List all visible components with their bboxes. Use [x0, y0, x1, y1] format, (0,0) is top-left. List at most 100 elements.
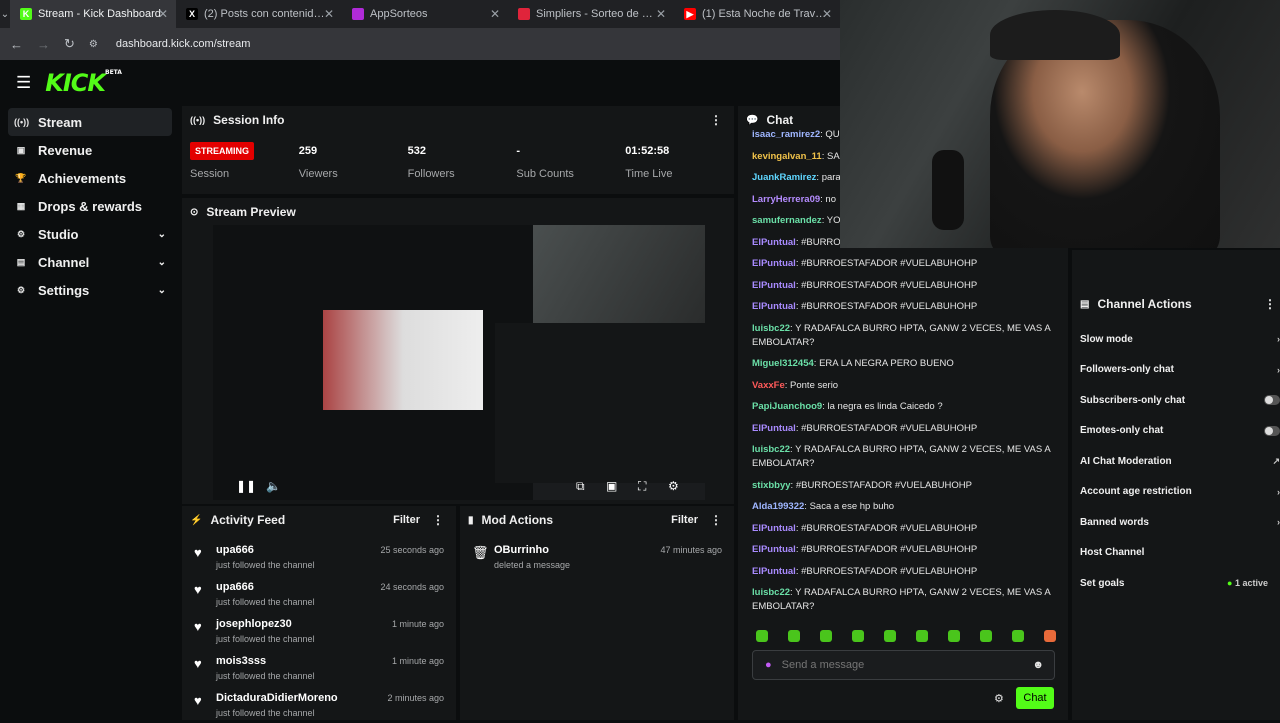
- stat-value: -: [516, 140, 625, 162]
- close-icon[interactable]: ✕: [490, 7, 500, 21]
- chat-username[interactable]: ElPuntual: [752, 237, 796, 248]
- browser-tab[interactable]: X (2) Posts con contenido multim✕: [176, 0, 342, 28]
- more-icon[interactable]: ⋮: [432, 513, 444, 527]
- mod-filter-button[interactable]: Filter: [671, 514, 698, 526]
- wallet-icon: ▣: [16, 144, 26, 155]
- chat-username[interactable]: ElPuntual: [752, 280, 796, 291]
- activity-filter-button[interactable]: Filter: [393, 514, 420, 526]
- chat-username[interactable]: luisbc22: [752, 587, 790, 598]
- toggle-switch[interactable]: [1264, 395, 1280, 406]
- browser-tab[interactable]: AppSorteos ✕: [342, 0, 508, 28]
- chat-username[interactable]: PapiJuanchoo9: [752, 401, 822, 412]
- emote-icon[interactable]: [884, 630, 896, 642]
- url-field[interactable]: dashboard.kick.com/stream: [116, 38, 251, 50]
- chat-message: stixbbyy: #BURROESTAFADOR #VUELABUHOHP: [752, 479, 1060, 493]
- chat-username[interactable]: ElPuntual: [752, 566, 796, 577]
- close-icon[interactable]: ✕: [822, 7, 832, 21]
- emoji-icon[interactable]: ☻: [1032, 659, 1044, 671]
- back-icon[interactable]: ←: [10, 37, 23, 52]
- sidebar-item-stream[interactable]: ((•)) Stream: [8, 108, 172, 136]
- sidebar-item-drops[interactable]: ▦ Drops & rewards: [8, 192, 172, 220]
- mic-icon[interactable]: ●: [765, 659, 772, 671]
- chat-send-button[interactable]: Chat: [1016, 687, 1054, 709]
- fullscreen-icon[interactable]: ⛶: [638, 479, 646, 494]
- chat-username[interactable]: JuankRamirez: [752, 172, 816, 183]
- channel-action-subscribers-only-chat[interactable]: Subscribers-only chat: [1072, 385, 1280, 416]
- chat-username[interactable]: ElPuntual: [752, 258, 796, 269]
- sidebar-item-revenue[interactable]: ▣ Revenue: [8, 136, 172, 164]
- browser-tab[interactable]: ▶ (1) Esta Noche de Travesuras (✕: [674, 0, 840, 28]
- chat-username[interactable]: Alda199322: [752, 501, 804, 512]
- channel-action-emotes-only-chat[interactable]: Emotes-only chat: [1072, 416, 1280, 447]
- emote-icon[interactable]: [980, 630, 992, 642]
- forward-icon[interactable]: →: [37, 37, 50, 52]
- chat-username[interactable]: VaxxFe: [752, 380, 785, 391]
- chat-username[interactable]: kevingalvan_11: [752, 151, 822, 162]
- emote-icon[interactable]: [788, 630, 800, 642]
- channel-action-ai-chat-moderation[interactable]: AI Chat Moderation ↗: [1072, 446, 1280, 477]
- emote-icon[interactable]: [756, 630, 768, 642]
- chat-text: Saca a ese hp buho: [809, 501, 895, 512]
- chat-username[interactable]: samufernandez: [752, 215, 822, 226]
- browser-tab[interactable]: Simpliers - Sorteo de O Burrinh✕: [508, 0, 674, 28]
- chevron-down-icon[interactable]: ⌄: [158, 285, 166, 296]
- tab-search-icon[interactable]: ⌄: [0, 0, 10, 28]
- toggle-switch[interactable]: [1264, 425, 1280, 436]
- chat-settings-icon[interactable]: ⚙: [994, 692, 1004, 705]
- volume-icon[interactable]: 🔈: [266, 479, 281, 493]
- pause-icon[interactable]: ❚❚: [236, 479, 256, 493]
- emote-icon[interactable]: [916, 630, 928, 642]
- chat-username[interactable]: isaac_ramirez2: [752, 129, 820, 140]
- chat-username[interactable]: stixbbyy: [752, 480, 791, 491]
- theater-icon[interactable]: ▣: [606, 479, 617, 493]
- pip-icon[interactable]: ⧉: [576, 479, 585, 494]
- menu-icon[interactable]: ☰: [16, 73, 31, 93]
- more-icon[interactable]: ⋮: [1264, 297, 1276, 311]
- tab-title: (2) Posts con contenido multim: [204, 8, 329, 20]
- channel-actions-panel: ▤ Channel Actions ⋮ Slow mode › Followers-…: [1072, 250, 1280, 720]
- emote-icon[interactable]: [852, 630, 864, 642]
- chat-username[interactable]: luisbc22: [752, 444, 790, 455]
- channel-action-banned-words[interactable]: Banned words ›: [1072, 507, 1280, 538]
- close-icon[interactable]: ✕: [158, 7, 168, 21]
- chat-username[interactable]: luisbc22: [752, 323, 790, 334]
- browser-tab[interactable]: K Stream - Kick Dashboard ✕: [10, 0, 176, 28]
- emote-icon[interactable]: [1012, 630, 1024, 642]
- emote-icon[interactable]: [820, 630, 832, 642]
- event-description: just followed the channel: [216, 634, 315, 644]
- channel-action-set-goals[interactable]: Set goals ● 1 active: [1072, 568, 1280, 599]
- chat-username[interactable]: ElPuntual: [752, 544, 796, 555]
- reload-icon[interactable]: ↻: [64, 36, 75, 52]
- shield-icon: ▮: [468, 514, 474, 526]
- settings-icon[interactable]: ⚙: [668, 479, 679, 493]
- stream-video[interactable]: [213, 225, 705, 500]
- sidebar-item-studio[interactable]: ⚙ Studio ⌄: [8, 220, 172, 248]
- chat-text: Ponte serio: [790, 379, 839, 391]
- sidebar-item-achievements[interactable]: 🏆 Achievements: [8, 164, 172, 192]
- chevron-down-icon[interactable]: ⌄: [158, 229, 166, 240]
- emote-icon[interactable]: [1044, 630, 1056, 642]
- channel-action-account-age-restriction[interactable]: Account age restriction ›: [1072, 477, 1280, 508]
- kick-logo[interactable]: KICKBETA: [45, 69, 122, 97]
- message-input[interactable]: [781, 659, 1012, 671]
- message-input-box[interactable]: ● ☻: [752, 650, 1055, 680]
- channel-action-followers-only-chat[interactable]: Followers-only chat ›: [1072, 355, 1280, 386]
- site-info-icon[interactable]: ⚙: [89, 39, 98, 50]
- more-icon[interactable]: ⋮: [710, 113, 722, 127]
- chat-username[interactable]: ElPuntual: [752, 301, 796, 312]
- channel-action-host-channel[interactable]: Host Channel: [1072, 538, 1280, 569]
- sidebar-item-channel[interactable]: ▤ Channel ⌄: [8, 248, 172, 276]
- chat-message: PapiJuanchoo9: la negra es linda Caicedo…: [752, 400, 1060, 414]
- close-icon[interactable]: ✕: [324, 7, 334, 21]
- external-link-icon[interactable]: ↗: [1272, 456, 1280, 467]
- chevron-down-icon[interactable]: ⌄: [158, 257, 166, 268]
- emote-icon[interactable]: [948, 630, 960, 642]
- channel-action-slow-mode[interactable]: Slow mode ›: [1072, 324, 1280, 355]
- sidebar-item-settings[interactable]: ⚙ Settings ⌄: [8, 276, 172, 304]
- close-icon[interactable]: ✕: [656, 7, 666, 21]
- chat-username[interactable]: LarryHerrera09: [752, 194, 820, 205]
- chat-username[interactable]: Miguel312454: [752, 358, 814, 369]
- chat-username[interactable]: ElPuntual: [752, 523, 796, 534]
- chat-username[interactable]: ElPuntual: [752, 423, 796, 434]
- more-icon[interactable]: ⋮: [710, 513, 722, 527]
